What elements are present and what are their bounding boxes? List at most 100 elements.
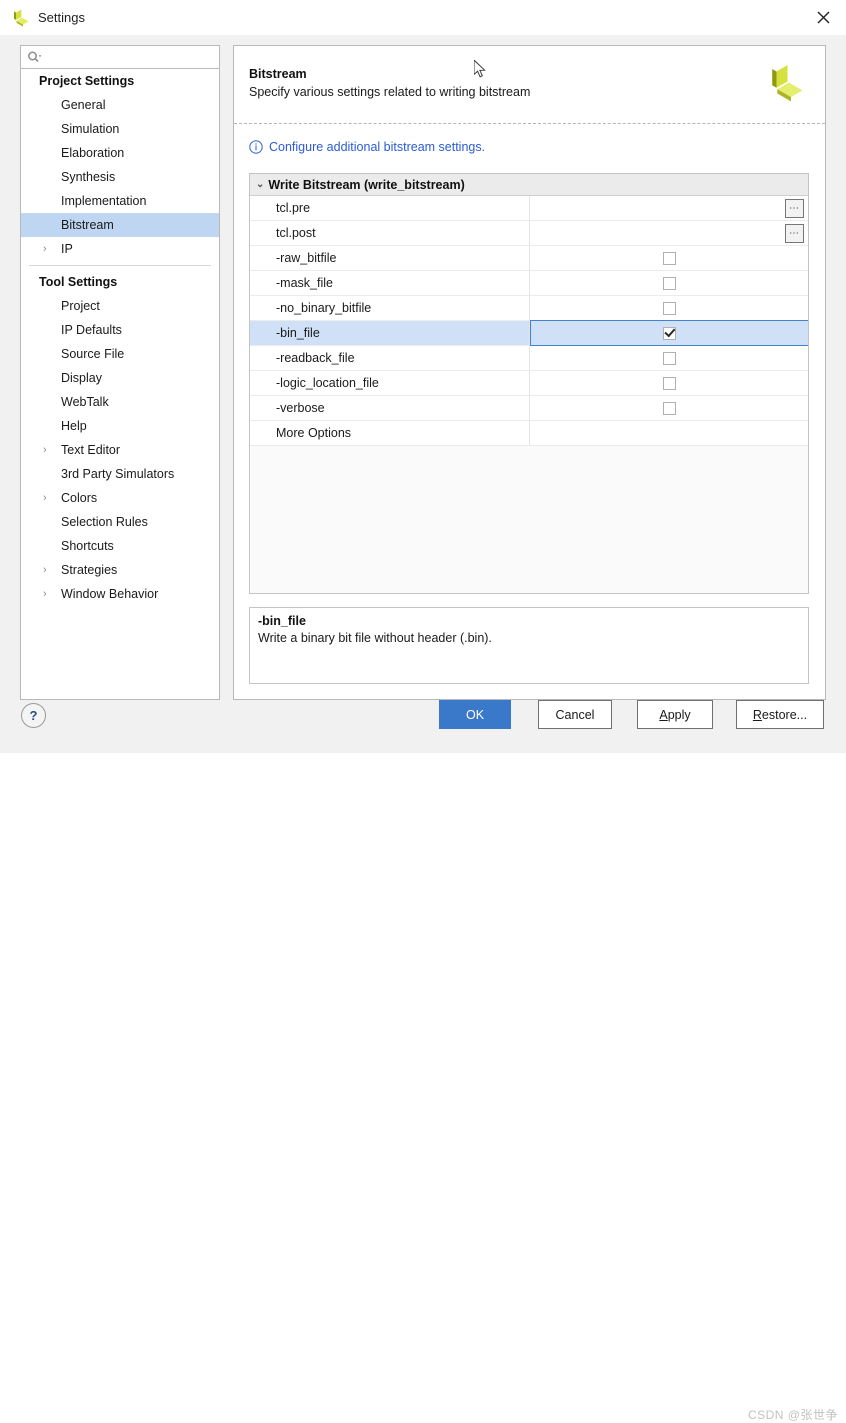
option-checkbox[interactable] (662, 401, 676, 415)
sidebar-item-3rd-party-simulators[interactable]: 3rd Party Simulators (21, 462, 219, 486)
restore-rest: estore... (761, 707, 808, 722)
settings-detail-pane: Bitstream Specify various settings relat… (233, 45, 826, 700)
header-divider (234, 123, 825, 124)
table-row[interactable]: -raw_bitfile (250, 246, 808, 271)
sidebar-item-label: Help (61, 419, 87, 433)
help-button[interactable]: ? (21, 703, 46, 728)
chevron-right-icon[interactable]: › (43, 582, 47, 606)
table-row[interactable]: -readback_file (250, 346, 808, 371)
sidebar-item-label: Bitstream (61, 218, 114, 232)
options-table[interactable]: ⌄ Write Bitstream (write_bitstream) tcl.… (249, 173, 809, 594)
table-group-header[interactable]: ⌄ Write Bitstream (write_bitstream) (250, 174, 808, 196)
cancel-button[interactable]: Cancel (538, 700, 612, 729)
option-checkbox[interactable] (662, 301, 676, 315)
option-value-cell[interactable]: ⋯ (530, 221, 808, 245)
close-icon[interactable] (800, 0, 846, 34)
search-input[interactable] (46, 49, 200, 65)
option-name: -logic_location_file (250, 371, 530, 395)
sidebar-item-general[interactable]: General (21, 93, 219, 117)
description-box: -bin_file Write a binary bit file withou… (249, 607, 809, 684)
tree-separator (29, 265, 211, 266)
description-title: -bin_file (258, 614, 306, 628)
tree-group-title: Tool Settings (39, 275, 118, 289)
option-checkbox[interactable] (663, 326, 676, 340)
table-row[interactable]: tcl.pre ⋯ (250, 196, 808, 221)
sidebar-item-ip[interactable]: › IP (21, 237, 219, 261)
sidebar-item-bitstream[interactable]: Bitstream (21, 213, 219, 237)
sidebar-item-help[interactable]: Help (21, 414, 219, 438)
sidebar-item-label: Simulation (61, 122, 120, 136)
table-row[interactable]: -logic_location_file (250, 371, 808, 396)
chevron-right-icon[interactable]: › (43, 237, 47, 261)
restore-button[interactable]: Restore... (736, 700, 824, 729)
panel-header: Bitstream Specify various settings relat… (234, 46, 825, 123)
sidebar-item-simulation[interactable]: Simulation (21, 117, 219, 141)
browse-button[interactable]: ⋯ (785, 199, 804, 218)
sidebar-item-synthesis[interactable]: Synthesis (21, 165, 219, 189)
info-circle-icon (249, 140, 263, 154)
sidebar-item-project[interactable]: Project (21, 294, 219, 318)
sidebar-item-colors[interactable]: › Colors (21, 486, 219, 510)
table-row[interactable]: -bin_file (250, 320, 808, 346)
page-subtitle: Specify various settings related to writ… (249, 85, 531, 99)
sidebar-item-implementation[interactable]: Implementation (21, 189, 219, 213)
option-value-cell[interactable] (530, 296, 808, 320)
sidebar-item-strategies[interactable]: › Strategies (21, 558, 219, 582)
table-row[interactable]: -verbose (250, 396, 808, 421)
option-value-cell[interactable] (530, 396, 808, 420)
sidebar-item-webtalk[interactable]: WebTalk (21, 390, 219, 414)
table-row[interactable]: More Options (250, 421, 808, 446)
sidebar-item-label: IP Defaults (61, 323, 122, 337)
option-name: -readback_file (250, 346, 530, 370)
apply-mnemonic: A (659, 707, 668, 722)
chevron-right-icon[interactable]: › (43, 558, 47, 582)
description-text: Write a binary bit file without header (… (258, 631, 492, 645)
restore-mnemonic: R (752, 707, 762, 722)
tree-group-title: Project Settings (39, 74, 135, 88)
table-row[interactable]: -no_binary_bitfile (250, 296, 808, 321)
option-value-cell[interactable] (530, 346, 808, 370)
sidebar-item-label: Display (61, 371, 102, 385)
sidebar-item-shortcuts[interactable]: Shortcuts (21, 534, 219, 558)
option-checkbox[interactable] (662, 376, 676, 390)
search-box[interactable] (20, 45, 220, 69)
option-value-cell[interactable] (530, 271, 808, 295)
sidebar-item-label: Synthesis (61, 170, 116, 184)
sidebar-item-label: Window Behavior (61, 587, 159, 601)
chevron-right-icon[interactable]: › (43, 438, 47, 462)
sidebar-item-selection-rules[interactable]: Selection Rules (21, 510, 219, 534)
option-value-cell[interactable] (530, 421, 808, 445)
sidebar-item-ip-defaults[interactable]: IP Defaults (21, 318, 219, 342)
sidebar-item-label: Elaboration (61, 146, 125, 160)
browse-button[interactable]: ⋯ (785, 224, 804, 243)
ok-button[interactable]: OK (439, 700, 511, 729)
sidebar-item-label: Colors (61, 491, 98, 505)
table-row[interactable]: -mask_file (250, 271, 808, 296)
option-name: -raw_bitfile (250, 246, 530, 270)
apply-button[interactable]: Apply (637, 700, 713, 729)
sidebar-item-display[interactable]: Display (21, 366, 219, 390)
sidebar-item-source-file[interactable]: Source File (21, 342, 219, 366)
option-value-cell[interactable] (530, 320, 808, 346)
configure-additional-settings-link[interactable]: Configure additional bitstream settings. (269, 140, 485, 154)
title-bar: Settings (0, 0, 846, 36)
sidebar-item-text-editor[interactable]: › Text Editor (21, 438, 219, 462)
option-checkbox[interactable] (662, 251, 676, 265)
option-checkbox[interactable] (662, 276, 676, 290)
option-value-cell[interactable] (530, 246, 808, 270)
info-link-row[interactable]: Configure additional bitstream settings. (249, 140, 485, 154)
search-icon (27, 51, 42, 64)
option-name: -mask_file (250, 271, 530, 295)
chevron-down-icon[interactable]: ⌄ (256, 179, 264, 190)
option-name: -verbose (250, 396, 530, 420)
sidebar-item-window-behavior[interactable]: › Window Behavior (21, 582, 219, 606)
option-checkbox[interactable] (662, 351, 676, 365)
option-value-cell[interactable] (530, 371, 808, 395)
option-value-cell[interactable]: ⋯ (530, 196, 808, 220)
sidebar-item-elaboration[interactable]: Elaboration (21, 141, 219, 165)
table-row[interactable]: tcl.post ⋯ (250, 221, 808, 246)
page-title: Bitstream (249, 67, 307, 81)
sidebar-item-label: Project (61, 299, 100, 313)
chevron-right-icon[interactable]: › (43, 486, 47, 510)
settings-tree[interactable]: Project Settings General Simulation Elabora… (20, 69, 220, 700)
